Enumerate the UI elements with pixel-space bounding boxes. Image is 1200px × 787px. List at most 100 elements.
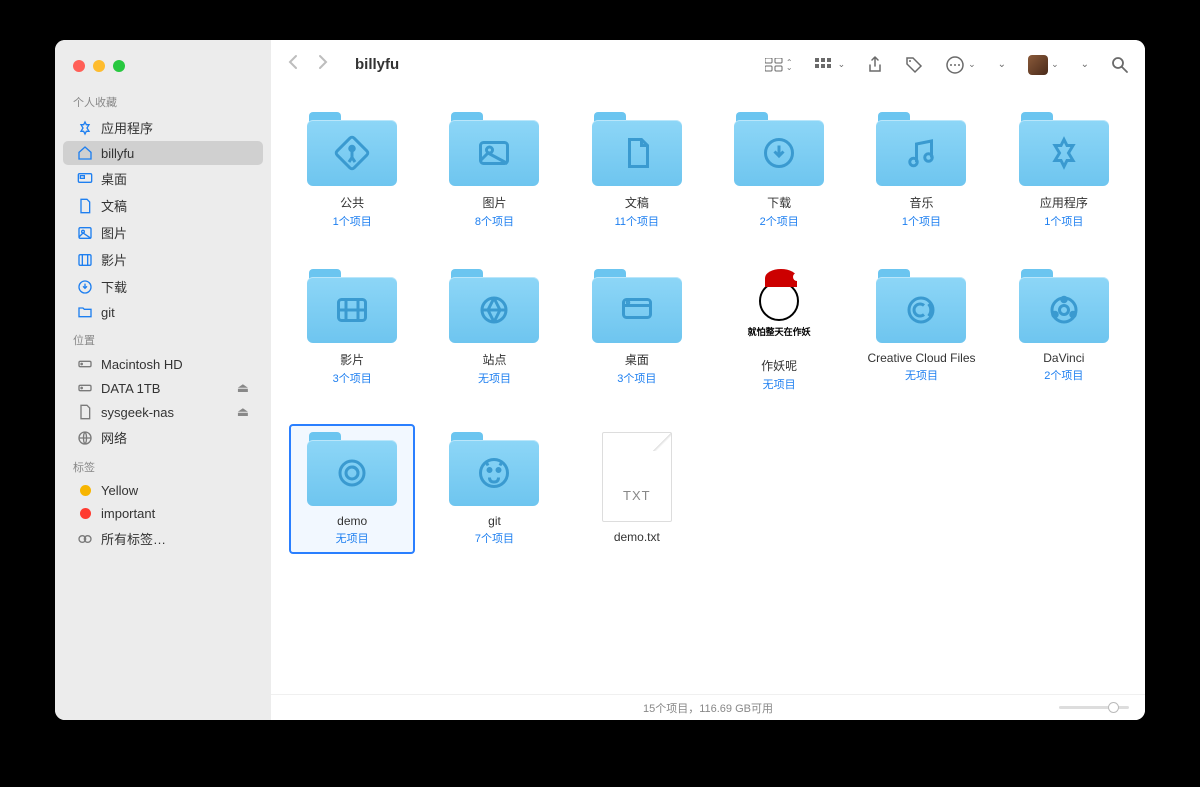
folder-icon <box>592 269 682 343</box>
globe-icon <box>77 430 93 446</box>
file-item[interactable]: 音乐 1个项目 <box>858 104 984 237</box>
file-item[interactable]: 下载2个项目 <box>716 104 842 237</box>
sidebar-item[interactable]: DATA 1TB ⏏ <box>63 376 263 400</box>
share-button[interactable] <box>867 56 883 74</box>
close-button[interactable] <box>73 60 85 72</box>
sidebar-item[interactable]: 图片 <box>63 219 263 246</box>
sidebar-item[interactable]: 所有标签… <box>63 525 263 552</box>
item-subtitle: 无项目 <box>763 376 796 392</box>
item-name: 公共 <box>340 194 364 211</box>
item-name: 影片 <box>340 351 364 368</box>
minimize-button[interactable] <box>93 60 105 72</box>
file-item[interactable]: 桌面3个项目 <box>574 261 700 400</box>
dropdown-2[interactable]: ⌄ <box>1081 59 1089 70</box>
folder-icon <box>307 432 397 506</box>
item-name: demo.txt <box>614 530 660 544</box>
hdd-icon <box>77 356 93 372</box>
file-item[interactable]: git7个项目 <box>431 424 557 554</box>
image-icon <box>77 225 93 241</box>
dropdown-1[interactable]: ⌄ <box>998 59 1006 70</box>
status-bar: 15个项目，116.69 GB可用 <box>271 694 1145 720</box>
view-mode-button[interactable]: ⌃⌄ <box>765 58 793 72</box>
sidebar-item-label: 下载 <box>101 277 127 296</box>
tags-button[interactable] <box>905 56 923 74</box>
toolbar: billyfu ⌃⌄ ⌄ ⌄ ⌄ ⌄ ⌄ <box>271 40 1145 90</box>
sidebar-item[interactable]: billyfu <box>63 141 263 165</box>
eject-icon[interactable]: ⏏ <box>237 380 249 396</box>
sidebar-item[interactable]: 应用程序 <box>63 114 263 141</box>
sidebar-item[interactable]: 文稿 <box>63 192 263 219</box>
desktop-icon <box>77 171 93 187</box>
sidebar-item[interactable]: 影片 <box>63 246 263 273</box>
sidebar-section-header: 位置 <box>55 324 271 352</box>
status-text: 15个项目，116.69 GB可用 <box>643 700 773 716</box>
finder-window: 个人收藏应用程序billyfu桌面文稿图片影片下载git位置Macintosh … <box>55 40 1145 720</box>
sidebar-section-header: 标签 <box>55 451 271 479</box>
file-item[interactable]: 文稿11个项目 <box>574 104 700 237</box>
txt-file-icon: TXT <box>602 432 672 522</box>
sidebar: 个人收藏应用程序billyfu桌面文稿图片影片下载 git位置Macintosh … <box>55 40 271 720</box>
file-item[interactable]: 图片8个项目 <box>431 104 557 237</box>
sidebar-item[interactable]: Yellow <box>63 479 263 502</box>
item-name: 图片 <box>482 194 506 211</box>
user-avatar-button[interactable]: ⌄ <box>1028 55 1059 75</box>
group-button[interactable]: ⌄ <box>815 58 846 72</box>
action-button[interactable]: ⌄ <box>945 55 976 75</box>
back-button[interactable] <box>287 53 299 76</box>
item-name: 音乐 <box>909 194 933 211</box>
sidebar-item-label: 图片 <box>101 223 127 242</box>
folder-icon <box>734 112 824 186</box>
sidebar-item-label: 影片 <box>101 250 127 269</box>
sidebar-item[interactable]: 桌面 <box>63 165 263 192</box>
home-icon <box>77 145 93 161</box>
download-icon <box>77 279 93 295</box>
item-subtitle: 1个项目 <box>333 213 372 229</box>
folder-icon <box>77 304 93 320</box>
folder-icon <box>592 112 682 186</box>
file-item[interactable]: Creative Cloud Files无项目 <box>858 261 984 400</box>
app-icon <box>77 120 93 136</box>
file-item[interactable]: TXT demo.txt <box>574 424 700 554</box>
sidebar-item-label: DATA 1TB <box>101 381 160 396</box>
file-item[interactable]: DaVinci 2个项目 <box>1001 261 1127 400</box>
file-item[interactable]: 公共 1个项目 <box>289 104 415 237</box>
file-item[interactable]: 应用程序1个项目 <box>1001 104 1127 237</box>
file-item[interactable]: 站点无项目 <box>431 261 557 400</box>
sidebar-item[interactable]: 下载 <box>63 273 263 300</box>
meme-icon: 就怕整天在作妖 <box>734 269 824 349</box>
item-subtitle: 7个项目 <box>475 530 514 546</box>
sidebar-section-header: 个人收藏 <box>55 86 271 114</box>
item-name: 桌面 <box>625 351 649 368</box>
item-subtitle: 无项目 <box>478 370 511 386</box>
file-item[interactable]: 就怕整天在作妖作妖呢无项目 <box>716 261 842 400</box>
icon-size-slider[interactable] <box>1059 706 1129 709</box>
item-subtitle: 无项目 <box>336 530 369 546</box>
sidebar-item[interactable]: important <box>63 502 263 525</box>
sidebar-item-label: sysgeek-nas <box>101 405 174 420</box>
file-item[interactable]: demo 无项目 <box>289 424 415 554</box>
item-subtitle: 2个项目 <box>1044 367 1083 383</box>
item-name: demo <box>337 514 367 528</box>
item-name: 站点 <box>482 351 506 368</box>
folder-icon <box>876 112 966 186</box>
forward-button[interactable] <box>317 53 329 76</box>
sidebar-item[interactable]: git <box>63 300 263 324</box>
item-subtitle: 1个项目 <box>902 213 941 229</box>
sidebar-item-label: important <box>101 506 155 521</box>
avatar <box>1028 55 1048 75</box>
sidebar-item[interactable]: sysgeek-nas ⏏ <box>63 400 263 424</box>
eject-icon[interactable]: ⏏ <box>237 404 249 420</box>
sidebar-item[interactable]: 网络 <box>63 424 263 451</box>
item-name: 文稿 <box>625 194 649 211</box>
folder-icon <box>449 269 539 343</box>
folder-icon <box>1019 112 1109 186</box>
item-name: 作妖呢 <box>761 357 797 374</box>
search-button[interactable] <box>1111 56 1129 74</box>
tag-icon <box>77 508 93 519</box>
sidebar-item[interactable]: Macintosh HD <box>63 352 263 376</box>
item-name: DaVinci <box>1043 351 1084 365</box>
file-item[interactable]: 影片3个项目 <box>289 261 415 400</box>
movie-icon <box>77 252 93 268</box>
zoom-button[interactable] <box>113 60 125 72</box>
tag-icon <box>77 485 93 496</box>
